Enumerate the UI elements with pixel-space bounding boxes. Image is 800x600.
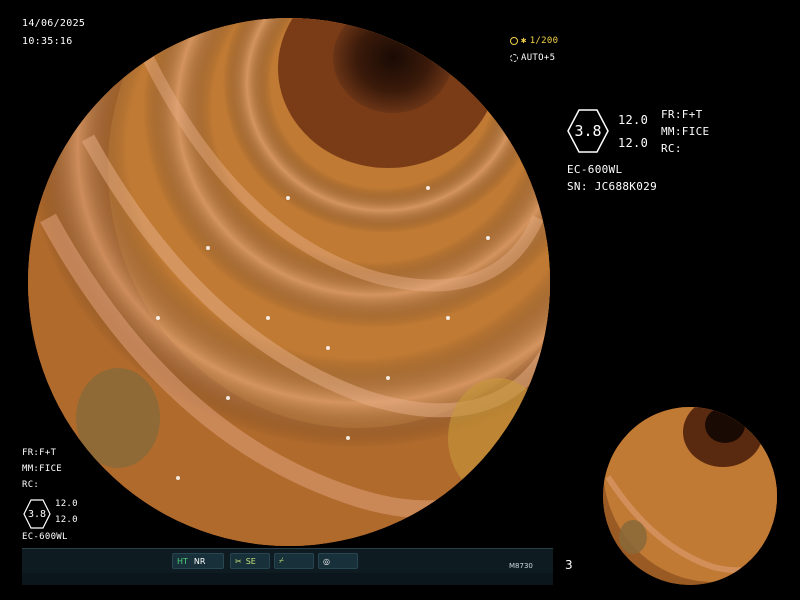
colon-lumen-image — [28, 18, 550, 546]
zoom-icon — [510, 37, 518, 45]
structure-enhancement-badge-secondary: 3.8 — [23, 499, 51, 529]
colon-lumen-thumbnail — [603, 407, 777, 585]
enhancement-value-top-secondary: 12.0 — [55, 499, 78, 509]
exam-time: 10:35:16 — [22, 36, 73, 47]
auto-level-value: AUTO+5 — [521, 53, 556, 63]
record-status: RC: — [661, 142, 682, 155]
circle-target-icon: ◎ — [323, 556, 330, 566]
slash-indicator[interactable]: ⌿ — [274, 553, 314, 569]
frame-mode: FR:F+T — [661, 108, 703, 121]
target-indicator[interactable]: ◎ — [318, 553, 358, 569]
image-mode: MM:FICE — [661, 125, 710, 138]
endoscopy-pip-view — [603, 407, 777, 585]
frame-mode-secondary: FR:F+T — [22, 448, 57, 458]
scope-serial: SN: JC688K029 — [567, 180, 657, 193]
scope-model-secondary: EC-600WL — [22, 532, 68, 542]
enhancement-value-bottom: 12.0 — [618, 136, 649, 150]
ht-nr-indicator[interactable]: HT NR — [172, 553, 224, 569]
slash-icon: ⌿ — [279, 556, 284, 565]
nr-label: NR — [193, 556, 206, 566]
gear-icon — [510, 54, 518, 62]
ht-label: HT — [177, 556, 188, 566]
enhancement-value-top: 12.0 — [618, 113, 649, 127]
status-bar: HT NR ✂ SE ⌿ ◎ M8730 3 — [22, 548, 573, 585]
enhancement-value-bottom-secondary: 12.0 — [55, 515, 78, 525]
hex-value-secondary: 3.8 — [27, 508, 47, 520]
magnification-value: 1/200 — [529, 36, 559, 46]
structure-enhancement-badge: 3.8 — [567, 109, 609, 153]
endoscopy-main-view — [28, 18, 550, 546]
se-label: SE — [245, 556, 256, 566]
hex-value: 3.8 — [574, 122, 602, 140]
processor-model: M8730 — [509, 562, 533, 570]
image-mode-secondary: MM:FICE — [22, 464, 63, 474]
magnification-readout: ✱ 1/200 — [510, 35, 558, 47]
se-indicator[interactable]: ✂ SE — [230, 553, 270, 569]
scissors-icon: ✂ — [235, 556, 242, 566]
status-bar-lower — [22, 573, 553, 585]
record-status-secondary: RC: — [22, 480, 40, 490]
exam-date: 14/06/2025 — [22, 18, 86, 29]
scope-model: EC-600WL — [567, 163, 623, 176]
auto-level-readout: AUTO+5 — [510, 52, 555, 64]
star-icon: ✱ — [521, 36, 527, 46]
page-number: 3 — [565, 558, 573, 572]
status-row: HT NR ✂ SE ⌿ ◎ M8730 3 — [22, 553, 573, 572]
